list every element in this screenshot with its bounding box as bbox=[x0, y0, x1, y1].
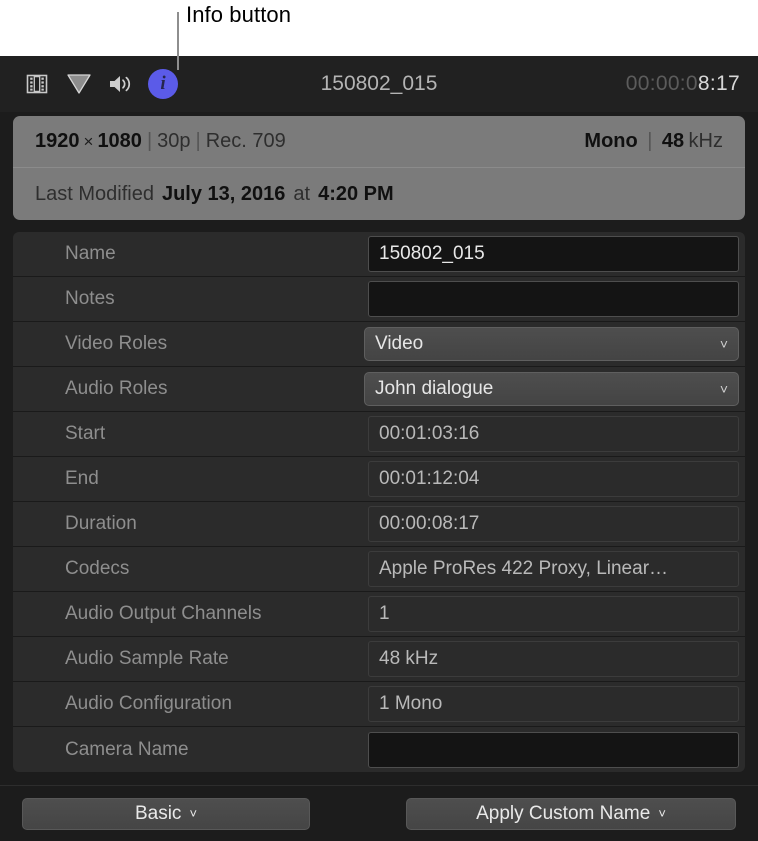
row-label: Video Roles bbox=[13, 333, 368, 355]
summary-width: 1920 bbox=[35, 130, 80, 153]
row-value-text: 00:01:03:16 bbox=[379, 423, 479, 445]
row-text-input[interactable] bbox=[368, 281, 739, 317]
inspector-row: Duration 00:00:08:17 bbox=[13, 502, 745, 547]
row-value-text: John dialogue bbox=[375, 378, 493, 400]
inspector-toolbar: i 150802_015 00:00:08:17 bbox=[0, 56, 758, 112]
summary-frame-rate: 30p bbox=[157, 130, 190, 153]
row-readonly-value: 48 kHz bbox=[368, 641, 739, 677]
last-modified-prefix: Last Modified bbox=[35, 183, 154, 206]
chevron-down-icon: ˅ bbox=[658, 806, 666, 821]
row-dropdown[interactable]: John dialogue ˅ bbox=[364, 372, 739, 406]
chevron-down-icon: ˅ bbox=[189, 806, 197, 821]
inspector-row: Notes bbox=[13, 277, 745, 322]
basic-view-button[interactable]: Basic ˅ bbox=[22, 798, 310, 830]
inspector-row: Start 00:01:03:16 bbox=[13, 412, 745, 457]
inspector-row: Video Roles Video ˅ bbox=[13, 322, 745, 367]
basic-view-label: Basic bbox=[135, 803, 181, 825]
summary-separator-3: | bbox=[642, 130, 657, 152]
summary-audio-channels: Mono bbox=[584, 130, 637, 152]
row-label: Camera Name bbox=[13, 739, 368, 761]
row-label: Duration bbox=[13, 513, 368, 535]
last-modified-date: July 13, 2016 bbox=[154, 183, 285, 206]
chevron-down-icon: ˅ bbox=[720, 336, 728, 352]
clip-summary-box: 1920 × 1080 | 30p | Rec. 709 Mono | 48 k… bbox=[13, 116, 745, 220]
summary-height: 1080 bbox=[97, 130, 142, 153]
row-value-text: 150802_015 bbox=[379, 243, 485, 265]
row-label: End bbox=[13, 468, 368, 490]
row-label: Audio Output Channels bbox=[13, 603, 368, 625]
row-readonly-value: 1 Mono bbox=[368, 686, 739, 722]
callout-label: Info button bbox=[186, 2, 291, 28]
inspector-bottom-bar: Basic ˅ Apply Custom Name ˅ bbox=[0, 785, 758, 841]
inspector-row: Camera Name bbox=[13, 727, 745, 772]
row-readonly-value: 00:01:12:04 bbox=[368, 461, 739, 497]
inspector-row: Audio Output Channels 1 bbox=[13, 592, 745, 637]
chevron-down-icon: ˅ bbox=[720, 381, 728, 397]
row-value-text: Video bbox=[375, 333, 423, 355]
row-label: Audio Configuration bbox=[13, 693, 368, 715]
inspector-window: i 150802_015 00:00:08:17 1920 × 1080 | 3… bbox=[0, 56, 758, 841]
last-modified-time: 4:20 PM bbox=[318, 183, 394, 206]
apply-custom-name-button[interactable]: Apply Custom Name ˅ bbox=[406, 798, 736, 830]
row-readonly-value: Apple ProRes 422 Proxy, Linear… bbox=[368, 551, 739, 587]
callout-leader-line bbox=[177, 12, 179, 70]
inspector-row: Codecs Apple ProRes 422 Proxy, Linear… bbox=[13, 547, 745, 592]
callout-annotation: Info button bbox=[0, 0, 758, 56]
summary-separator-2: | bbox=[191, 130, 206, 153]
row-readonly-value: 00:00:08:17 bbox=[368, 506, 739, 542]
summary-audio-group: Mono | 48 kHz bbox=[584, 130, 723, 153]
inspector-row: End 00:01:12:04 bbox=[13, 457, 745, 502]
last-modified-at: at bbox=[285, 183, 318, 206]
summary-modified-row: Last Modified July 13, 2016 at 4:20 PM bbox=[13, 168, 745, 220]
row-dropdown[interactable]: Video ˅ bbox=[364, 327, 739, 361]
row-value-text: Apple ProRes 422 Proxy, Linear… bbox=[379, 558, 668, 580]
film-strip-icon[interactable] bbox=[18, 65, 56, 103]
summary-separator-1: | bbox=[142, 130, 157, 153]
row-label: Start bbox=[13, 423, 368, 445]
row-readonly-value: 00:01:03:16 bbox=[368, 416, 739, 452]
row-label: Codecs bbox=[13, 558, 368, 580]
row-label: Notes bbox=[13, 288, 368, 310]
row-value-text: 1 Mono bbox=[379, 693, 442, 715]
row-text-input[interactable]: 150802_015 bbox=[368, 236, 739, 272]
timecode-bright-part: 8:17 bbox=[698, 72, 740, 95]
summary-sample-rate-unit: kHz bbox=[689, 130, 723, 152]
inspector-row: Audio Sample Rate 48 kHz bbox=[13, 637, 745, 682]
inspector-row: Name 150802_015 bbox=[13, 232, 745, 277]
row-value-text: 1 bbox=[379, 603, 390, 625]
summary-sample-rate-number: 48 bbox=[662, 130, 684, 152]
summary-x-symbol: × bbox=[80, 132, 98, 152]
row-label: Audio Roles bbox=[13, 378, 368, 400]
timecode-display: 00:00:08:17 bbox=[626, 72, 740, 96]
row-readonly-value: 1 bbox=[368, 596, 739, 632]
row-text-input[interactable] bbox=[368, 732, 739, 768]
apply-custom-name-label: Apply Custom Name bbox=[476, 803, 650, 825]
row-value-text: 00:00:08:17 bbox=[379, 513, 479, 535]
timecode-dim-part: 00:00:0 bbox=[626, 72, 698, 95]
info-button[interactable]: i bbox=[148, 69, 178, 99]
filter-triangle-icon[interactable] bbox=[60, 65, 98, 103]
row-value-text: 00:01:12:04 bbox=[379, 468, 479, 490]
inspector-row: Audio Roles John dialogue ˅ bbox=[13, 367, 745, 412]
inspector-row: Audio Configuration 1 Mono bbox=[13, 682, 745, 727]
row-value-text: 48 kHz bbox=[379, 648, 438, 670]
summary-color-space: Rec. 709 bbox=[206, 130, 286, 153]
inspector-rows: Name150802_015NotesVideo RolesVideo˅Audi… bbox=[13, 232, 745, 772]
row-label: Audio Sample Rate bbox=[13, 648, 368, 670]
summary-format-row: 1920 × 1080 | 30p | Rec. 709 Mono | 48 k… bbox=[13, 116, 745, 168]
row-label: Name bbox=[13, 243, 368, 265]
speaker-icon[interactable] bbox=[102, 65, 140, 103]
